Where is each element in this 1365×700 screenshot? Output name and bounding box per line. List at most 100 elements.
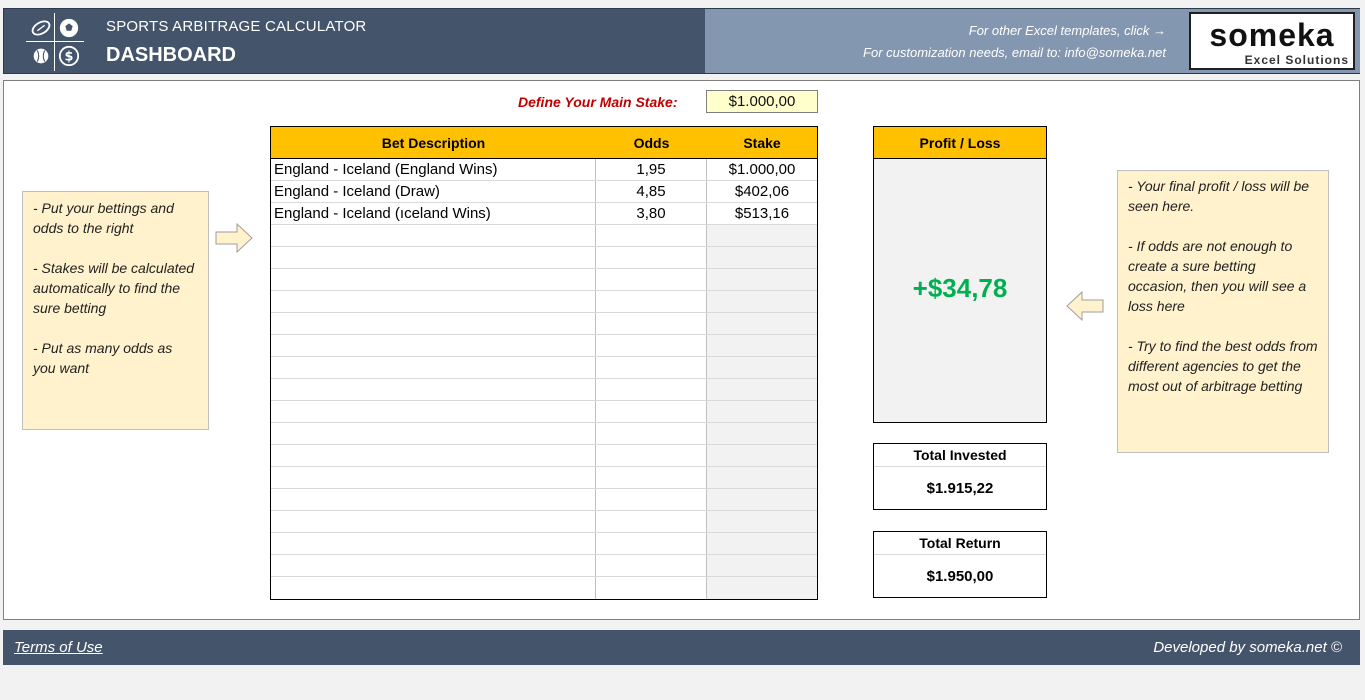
stake-cell xyxy=(707,511,817,532)
table-row: England - Iceland (ıceland Wins) 3,80 $513… xyxy=(271,203,817,225)
brand-subtitle: Excel Solutions xyxy=(1244,53,1349,67)
header-odds: Odds xyxy=(633,134,670,151)
stake-cell xyxy=(707,335,817,356)
stake-cell xyxy=(707,423,817,444)
bet-description-cell[interactable] xyxy=(271,467,596,488)
app-title: SPORTS ARBITRAGE CALCULATOR xyxy=(106,18,367,35)
bet-description-cell[interactable] xyxy=(271,357,596,378)
soccer-ball-icon xyxy=(56,15,82,41)
stake-cell xyxy=(707,467,817,488)
odds-cell[interactable]: 1,95 xyxy=(596,159,707,180)
bet-description-cell[interactable] xyxy=(271,489,596,510)
table-row xyxy=(271,357,817,379)
odds-cell[interactable] xyxy=(596,291,707,312)
header-bar: $ SPORTS ARBITRAGE CALCULATOR DASHBOARD … xyxy=(3,8,1360,74)
odds-cell[interactable] xyxy=(596,401,707,422)
odds-cell[interactable] xyxy=(596,379,707,400)
odds-cell[interactable] xyxy=(596,577,707,599)
odds-cell[interactable] xyxy=(596,357,707,378)
bets-table-body: England - Iceland (England Wins) 1,95 $1.0… xyxy=(271,159,817,599)
profit-loss-header: Profit / Loss xyxy=(874,127,1046,159)
odds-cell[interactable] xyxy=(596,313,707,334)
arrow-right-icon xyxy=(215,223,253,253)
total-invested-box: Total Invested $1.915,22 xyxy=(873,443,1047,510)
stake-cell xyxy=(707,247,817,268)
table-row xyxy=(271,489,817,511)
rugby-ball-icon xyxy=(28,15,54,41)
dashboard-area: Define Your Main Stake: $1.000,00 - Put … xyxy=(3,80,1360,620)
table-row xyxy=(271,313,817,335)
page-title: DASHBOARD xyxy=(106,44,236,66)
total-return-label: Total Return xyxy=(874,532,1046,555)
bet-description-cell[interactable] xyxy=(271,401,596,422)
table-row xyxy=(271,467,817,489)
arrow-left-icon xyxy=(1066,291,1104,321)
stake-cell xyxy=(707,555,817,576)
bet-description-cell[interactable] xyxy=(271,423,596,444)
table-row xyxy=(271,555,817,577)
header-stake: Stake xyxy=(743,134,781,151)
stake-cell xyxy=(707,379,817,400)
table-row xyxy=(271,445,817,467)
odds-cell[interactable] xyxy=(596,467,707,488)
bet-description-cell[interactable]: England - Iceland (ıceland Wins) xyxy=(271,203,596,224)
stake-cell: $513,16 xyxy=(707,203,817,224)
stake-cell xyxy=(707,533,817,554)
bets-table: Bet Description Odds Stake England - Ice… xyxy=(270,126,818,600)
odds-cell[interactable]: 4,85 xyxy=(596,181,707,202)
total-return-box: Total Return $1.950,00 xyxy=(873,531,1047,598)
odds-cell[interactable] xyxy=(596,489,707,510)
terms-of-use-link[interactable]: Terms of Use xyxy=(14,639,103,656)
table-row xyxy=(271,291,817,313)
svg-text:$: $ xyxy=(65,50,74,65)
stake-cell xyxy=(707,313,817,334)
developer-credit: Developed by someka.net © xyxy=(1153,639,1342,656)
odds-cell[interactable] xyxy=(596,445,707,466)
bet-description-cell[interactable]: England - Iceland (England Wins) xyxy=(271,159,596,180)
bet-description-cell[interactable] xyxy=(271,379,596,400)
app-window: $ SPORTS ARBITRAGE CALCULATOR DASHBOARD … xyxy=(0,0,1365,700)
stake-cell: $1.000,00 xyxy=(707,159,817,180)
profit-loss-value: +$34,78 xyxy=(912,273,1008,303)
bet-description-cell[interactable] xyxy=(271,269,596,290)
customization-text[interactable]: For customization needs, email to: info@… xyxy=(863,45,1166,60)
bet-description-cell[interactable] xyxy=(271,335,596,356)
templates-link[interactable]: For other Excel templates, click → xyxy=(969,23,1166,38)
bet-description-cell[interactable] xyxy=(271,533,596,554)
brand-logo[interactable]: someka Excel Solutions xyxy=(1189,12,1355,70)
bet-description-cell[interactable] xyxy=(271,247,596,268)
bet-description-cell[interactable] xyxy=(271,511,596,532)
bet-description-cell[interactable]: England - Iceland (Draw) xyxy=(271,181,596,202)
bet-description-cell[interactable] xyxy=(271,225,596,246)
bet-description-cell[interactable] xyxy=(271,291,596,312)
bet-description-cell[interactable] xyxy=(271,555,596,576)
stake-cell xyxy=(707,291,817,312)
odds-cell[interactable] xyxy=(596,555,707,576)
total-invested-label: Total Invested xyxy=(874,444,1046,467)
baseball-icon xyxy=(28,43,54,69)
brand-name: someka xyxy=(1209,17,1335,53)
table-row xyxy=(271,379,817,401)
table-row xyxy=(271,423,817,445)
table-row: England - Iceland (Draw) 4,85 $402,06 xyxy=(271,181,817,203)
main-stake-input[interactable]: $1.000,00 xyxy=(706,90,818,113)
main-stake-label: Define Your Main Stake: xyxy=(518,94,678,110)
header-bet-description: Bet Description xyxy=(381,134,486,151)
stake-cell xyxy=(707,577,817,599)
total-invested-value: $1.915,22 xyxy=(926,479,994,497)
stake-cell xyxy=(707,401,817,422)
odds-cell[interactable] xyxy=(596,225,707,246)
odds-cell[interactable] xyxy=(596,269,707,290)
bet-description-cell[interactable] xyxy=(271,313,596,334)
odds-cell[interactable] xyxy=(596,247,707,268)
odds-cell[interactable] xyxy=(596,335,707,356)
bet-description-cell[interactable] xyxy=(271,445,596,466)
table-row xyxy=(271,533,817,555)
odds-cell[interactable] xyxy=(596,423,707,444)
table-row xyxy=(271,225,817,247)
table-row xyxy=(271,401,817,423)
odds-cell[interactable]: 3,80 xyxy=(596,203,707,224)
odds-cell[interactable] xyxy=(596,511,707,532)
odds-cell[interactable] xyxy=(596,533,707,554)
bet-description-cell[interactable] xyxy=(271,577,596,599)
